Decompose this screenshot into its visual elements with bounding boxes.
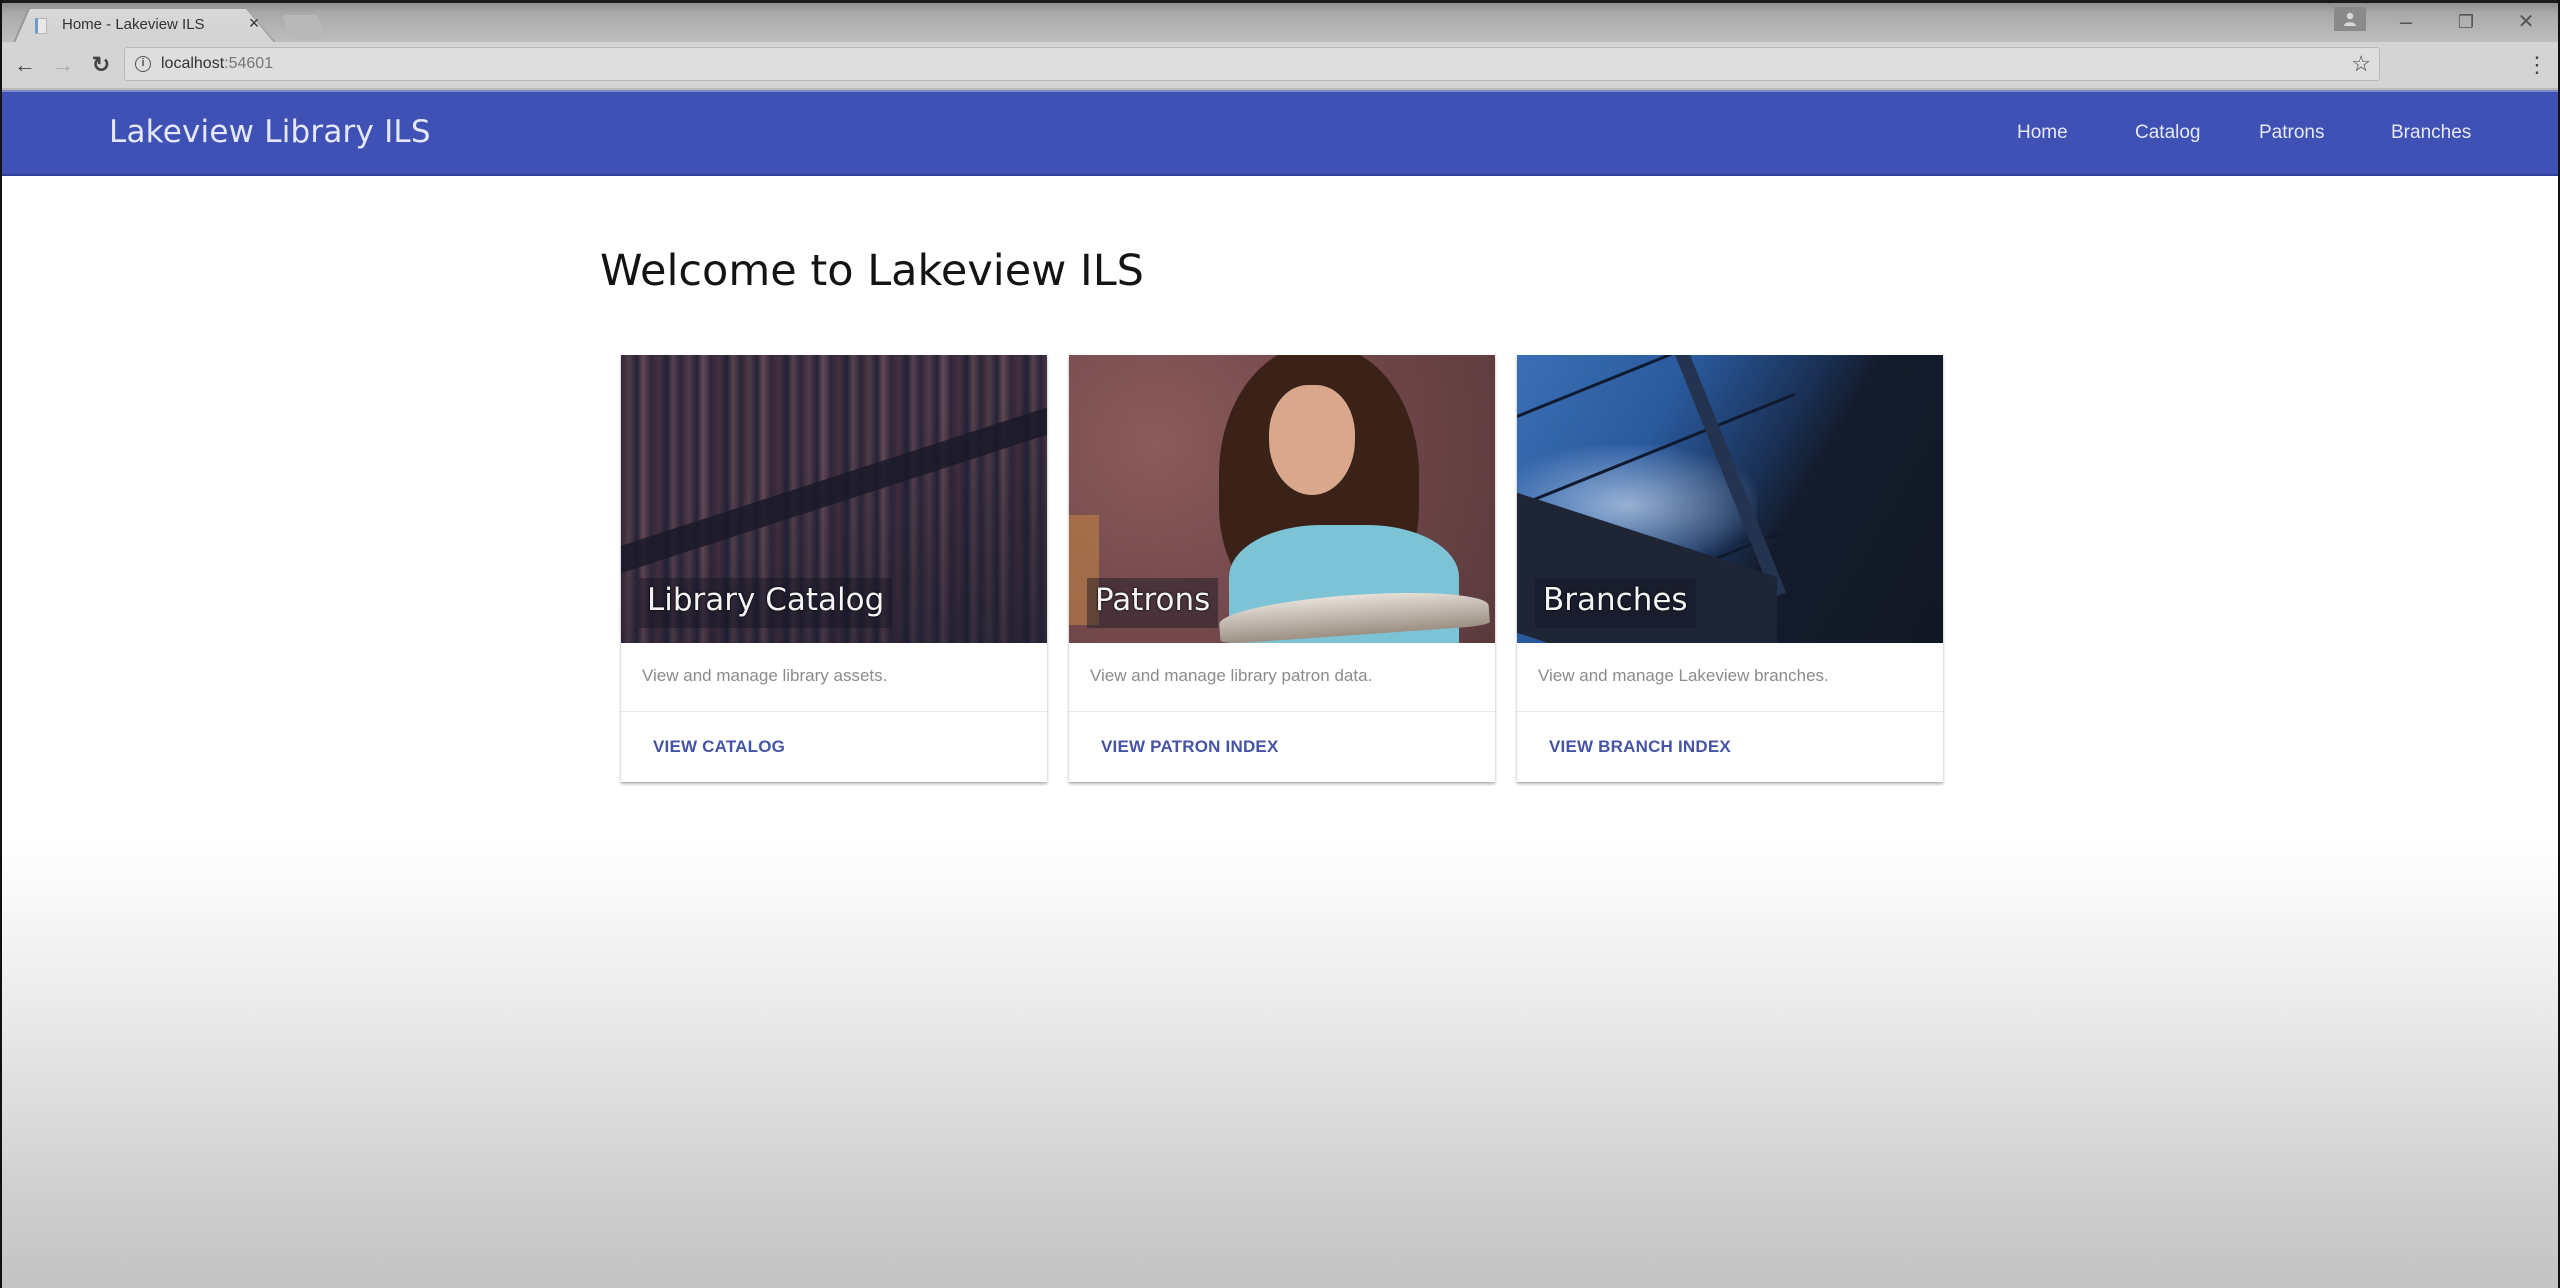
browser-tab-strip: Home - Lakeview ILS × – ❐ ✕ [2,0,2558,45]
card-description: View and manage library assets. [642,666,888,685]
url-host: localhost [161,55,225,72]
card-patrons: Patrons View and manage library patron d… [1069,355,1495,782]
url-text[interactable]: localhost:54601 [161,55,273,73]
page-favicon-icon [35,18,47,34]
tab-close-icon[interactable]: × [244,13,264,33]
card-image-branches: Branches [1517,355,1943,643]
url-port: :54601 [224,55,274,72]
back-icon[interactable]: ← [10,50,40,80]
nav-branches[interactable]: Branches [2391,122,2471,144]
tab-title[interactable]: Home - Lakeview ILS [62,16,205,33]
window-close-icon[interactable]: ✕ [2506,7,2546,37]
app-header: Lakeview Library ILS Home Catalog Patron… [2,90,2558,176]
card-title: Patrons [1087,578,1219,628]
site-info-icon[interactable]: i [135,56,151,72]
nav-patrons[interactable]: Patrons [2259,122,2324,144]
bookmark-star-icon[interactable]: ☆ [2351,51,2371,77]
reload-icon[interactable]: ↻ [86,50,116,80]
card-title: Library Catalog [639,578,893,628]
view-catalog-button[interactable]: VIEW CATALOG [641,727,797,767]
browser-menu-icon[interactable]: ⋮ [2526,50,2548,80]
card-description: View and manage Lakeview branches. [1538,666,1829,685]
restore-icon[interactable]: ❐ [2446,7,2486,37]
card-catalog: Library Catalog View and manage library … [621,355,1047,782]
card-divider [1069,711,1495,712]
card-image-bookshelf: Library Catalog [621,355,1047,643]
card-image-patron: Patrons [1069,355,1495,643]
card-divider [1517,711,1943,712]
browser-toolbar: ← → ↻ i localhost:54601 ☆ ⋮ [2,42,2558,90]
view-patron-index-button[interactable]: VIEW PATRON INDEX [1089,727,1291,767]
profile-icon[interactable] [2334,7,2366,31]
address-bar[interactable]: i localhost:54601 ☆ [124,47,2380,81]
card-branches: Branches View and manage Lakeview branch… [1517,355,1943,782]
minimize-icon[interactable]: – [2386,7,2426,37]
new-tab-button[interactable] [282,15,326,39]
card-divider [621,711,1047,712]
nav-home[interactable]: Home [2017,122,2068,144]
page-title: Welcome to Lakeview ILS [600,246,1144,296]
card-title: Branches [1535,578,1696,628]
page-background-gradient [2,840,2558,1288]
view-branch-index-button[interactable]: VIEW BRANCH INDEX [1537,727,1743,767]
card-description: View and manage library patron data. [1090,666,1373,685]
brand-link[interactable]: Lakeview Library ILS [109,114,431,150]
forward-icon[interactable]: → [48,50,78,80]
nav-catalog[interactable]: Catalog [2135,122,2201,144]
